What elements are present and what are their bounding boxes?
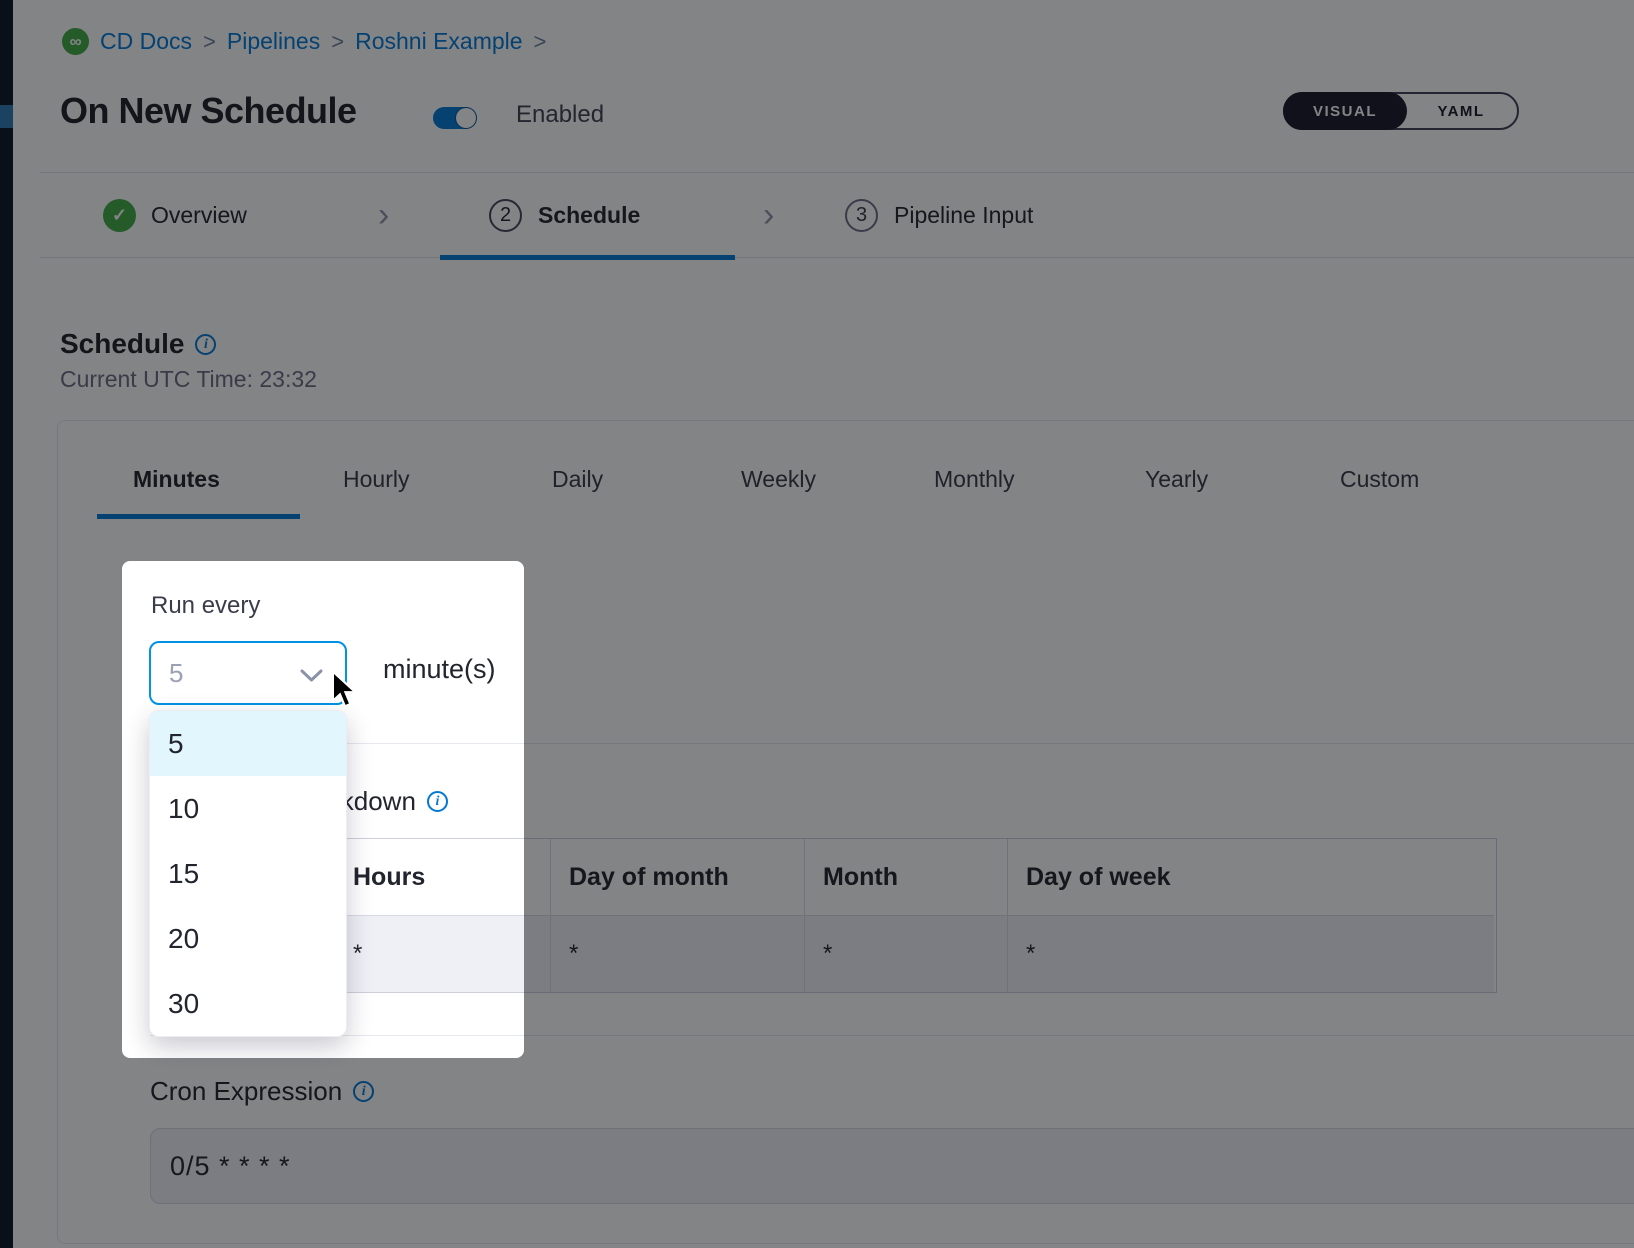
schedule-section-heading: Schedule i [60,328,216,360]
enabled-label: Enabled [516,101,604,129]
table-value-hours: * [335,916,551,992]
cron-expression-label: Cron Expression i [150,1076,374,1107]
section-divider [150,1035,1634,1036]
pipeline-icon: ∞ [62,28,89,55]
step-label-pipeline-input: Pipeline Input [894,202,1033,229]
visual-yaml-toggle[interactable]: VISUAL YAML [1283,92,1519,130]
section-divider [150,743,1634,744]
breadcrumb-link-cd-docs[interactable]: CD Docs [100,28,192,55]
breadcrumb-separator-icon: > [203,29,216,55]
wizard-step-bar: ✓ Overview › 2 Schedule › 3 Pipeline Inp… [40,172,1634,258]
step-number-2: 2 [489,199,522,232]
mouse-cursor-icon [330,670,362,715]
breadcrumb: ∞ CD Docs > Pipelines > Roshni Example > [62,28,546,55]
enabled-toggle[interactable] [433,107,477,129]
table-header-day-of-month: Day of month [551,839,805,916]
step-number-3: 3 [845,199,878,232]
cron-expression-input[interactable]: 0/5 * * * * [150,1128,1634,1204]
info-icon[interactable]: i [195,334,216,355]
active-tab-underline [97,514,300,519]
cron-expression-value: 0/5 * * * * [170,1151,291,1182]
step-chevron-icon: › [763,173,774,257]
dropdown-option-30[interactable]: 30 [150,971,346,1036]
wizard-step-pipeline-input[interactable]: 3 Pipeline Input [845,173,1033,257]
breadcrumb-separator-icon: > [534,29,547,55]
schedule-heading-text: Schedule [60,328,184,360]
table-value-day-of-week: * [1008,916,1494,992]
left-nav-rail[interactable] [0,0,13,1248]
table-value-day-of-month: * [551,916,805,992]
table-header-hours: Hours [335,839,551,916]
wizard-step-schedule[interactable]: 2 Schedule [489,173,640,257]
breadcrumb-link-roshni-example[interactable]: Roshni Example [355,28,522,55]
run-every-select[interactable]: 5 [149,641,347,705]
step-chevron-icon: › [378,173,389,257]
chevron-down-icon [300,669,323,688]
tab-yearly[interactable]: Yearly [1145,466,1208,493]
chevron-right-icon: › [378,198,389,232]
run-every-label: Run every [151,592,260,620]
table-header-day-of-week: Day of week [1008,839,1494,916]
expression-breakdown-table: Hours Day of month Month Day of week * *… [150,838,1497,993]
visual-button[interactable]: VISUAL [1283,92,1407,130]
dropdown-option-20[interactable]: 20 [150,906,346,971]
breadcrumb-separator-icon: > [331,29,344,55]
info-icon[interactable]: i [353,1081,374,1102]
tab-monthly[interactable]: Monthly [934,466,1015,493]
current-utc-time: Current UTC Time: 23:32 [60,366,317,393]
trigger-schedule-screen: ∞ CD Docs > Pipelines > Roshni Example >… [0,0,1634,1248]
tab-weekly[interactable]: Weekly [741,466,816,493]
run-every-unit-label: minute(s) [383,654,496,685]
tab-custom[interactable]: Custom [1340,466,1419,493]
tab-hourly[interactable]: Hourly [343,466,409,493]
dropdown-option-15[interactable]: 15 [150,841,346,906]
step-label-overview: Overview [151,202,247,229]
tab-minutes[interactable]: Minutes [133,466,220,493]
cron-expression-text: Cron Expression [150,1076,342,1107]
chevron-right-icon: › [763,198,774,232]
run-every-dropdown-menu: 5 10 15 20 30 [149,710,347,1037]
dropdown-option-5[interactable]: 5 [150,711,346,776]
info-icon[interactable]: i [427,791,448,812]
table-value-month: * [805,916,1008,992]
yaml-button[interactable]: YAML [1405,94,1517,128]
page-title: On New Schedule [60,90,357,132]
step-label-schedule: Schedule [538,202,640,229]
dropdown-option-10[interactable]: 10 [150,776,346,841]
run-every-select-value: 5 [169,658,183,689]
wizard-step-overview[interactable]: ✓ Overview [103,173,247,257]
breadcrumb-link-pipelines[interactable]: Pipelines [227,28,320,55]
table-header-month: Month [805,839,1008,916]
toggle-knob [456,108,476,128]
nav-active-indicator [0,105,13,128]
active-step-underline [440,255,735,260]
step-complete-check-icon: ✓ [103,199,136,232]
tab-daily[interactable]: Daily [552,466,603,493]
